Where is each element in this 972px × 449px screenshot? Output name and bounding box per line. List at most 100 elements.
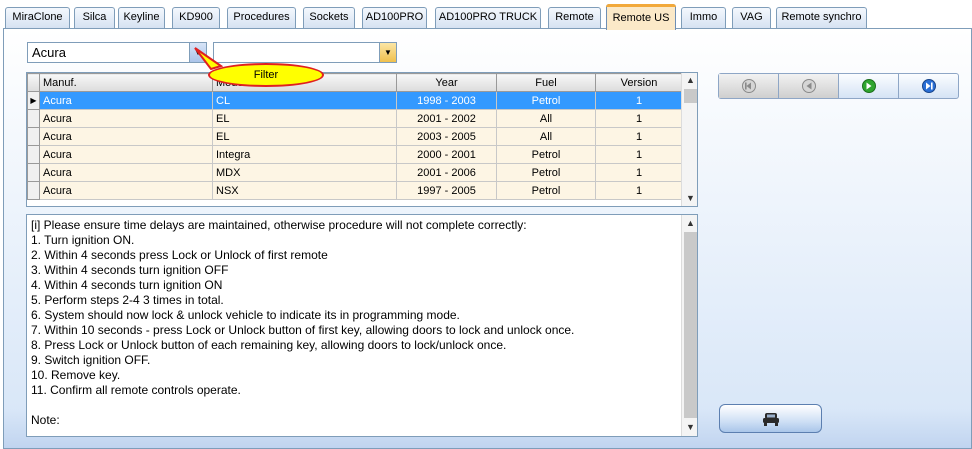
procedure-line: 5. Perform steps 2-4 3 times in total. <box>31 293 224 307</box>
tab-procedures[interactable]: Procedures <box>227 7 296 28</box>
tab-kd900[interactable]: KD900 <box>172 7 220 28</box>
make-select[interactable]: Acura ▼ <box>27 42 207 63</box>
procedure-line: 4. Within 4 seconds turn ignition ON <box>31 278 223 292</box>
filter-tooltip-label: Filter <box>253 69 279 81</box>
procedure-line: Note: <box>31 413 60 427</box>
record-navigator <box>718 73 959 99</box>
chevron-down-icon: ▼ <box>384 48 392 57</box>
filter-tooltip-pointer <box>194 47 223 70</box>
scroll-up-icon[interactable]: ▲ <box>682 73 697 87</box>
grid-header-indicator <box>27 73 40 92</box>
tab-remote-synchro[interactable]: Remote synchro <box>776 7 867 28</box>
table-row[interactable]: Acura EL 2001 - 2002 All 1 <box>27 109 683 128</box>
column-header-version[interactable]: Version <box>595 73 683 92</box>
row-indicator[interactable] <box>27 127 40 146</box>
notes-scroll-thumb[interactable] <box>684 232 697 418</box>
cell-manufacturer: Acura <box>39 163 213 182</box>
first-record-button[interactable] <box>719 74 779 98</box>
procedure-line: 3. Within 4 seconds turn ignition OFF <box>31 263 229 277</box>
row-indicator[interactable] <box>27 163 40 182</box>
cell-fuel: Petrol <box>496 91 596 110</box>
table-row[interactable]: Acura NSX 1997 - 2005 Petrol 1 <box>27 181 683 200</box>
cell-version: 1 <box>595 91 683 110</box>
column-header-year[interactable]: Year <box>396 73 497 92</box>
previous-record-button[interactable] <box>779 74 839 98</box>
next-record-button[interactable] <box>839 74 899 98</box>
row-indicator[interactable] <box>27 109 40 128</box>
model-filter-dropdown-button[interactable]: ▼ <box>379 43 396 62</box>
cell-fuel: All <box>496 109 596 128</box>
notes-scrollbar[interactable]: ▲ ▼ <box>681 215 697 436</box>
procedure-line: 6. System should now lock & unlock vehic… <box>31 308 460 322</box>
filter-tooltip: Filter <box>208 63 324 87</box>
procedure-notes[interactable]: [i] Please ensure time delays are mainta… <box>26 214 698 437</box>
cell-year: 2003 - 2005 <box>396 127 497 146</box>
make-select-value: Acura <box>32 45 66 60</box>
cell-fuel: Petrol <box>496 145 596 164</box>
cell-fuel: Petrol <box>496 163 596 182</box>
row-indicator[interactable] <box>27 145 40 164</box>
car-action-button[interactable] <box>719 404 822 433</box>
procedure-line <box>31 398 681 413</box>
scroll-up-icon[interactable]: ▲ <box>682 216 697 230</box>
tab-ad100pro[interactable]: AD100PRO <box>362 7 427 28</box>
cell-fuel: Petrol <box>496 181 596 200</box>
procedure-line: 11. Confirm all remote controls operate. <box>31 383 241 397</box>
tab-remote[interactable]: Remote <box>548 7 601 28</box>
cell-fuel: All <box>496 127 596 146</box>
current-row-arrow-icon: ▶ <box>30 96 37 105</box>
row-indicator[interactable] <box>27 181 40 200</box>
cell-version: 1 <box>595 109 683 128</box>
procedure-text: [i] Please ensure time delays are mainta… <box>31 218 681 428</box>
table-row[interactable]: Acura EL 2003 - 2005 All 1 <box>27 127 683 146</box>
scroll-down-icon[interactable]: ▼ <box>682 420 697 434</box>
cell-model: Integra <box>212 145 397 164</box>
cell-model: NSX <box>212 181 397 200</box>
cell-model: MDX <box>212 163 397 182</box>
cell-manufacturer: Acura <box>39 145 213 164</box>
tab-immo[interactable]: Immo <box>681 7 726 28</box>
cell-version: 1 <box>595 127 683 146</box>
procedure-line: 7. Within 10 seconds - press Lock or Unl… <box>31 323 575 337</box>
tab-silca[interactable]: Silca <box>74 7 115 28</box>
last-record-button[interactable] <box>899 74 958 98</box>
grid-scrollbar[interactable]: ▲ ▼ <box>681 73 697 206</box>
row-indicator[interactable]: ▶ <box>27 91 40 110</box>
cell-year: 1998 - 2003 <box>396 91 497 110</box>
grid-scroll-thumb[interactable] <box>684 89 697 103</box>
cell-year: 2000 - 2001 <box>396 145 497 164</box>
column-header-manufacturer[interactable]: Manuf. <box>39 73 213 92</box>
scroll-down-icon[interactable]: ▼ <box>682 191 697 205</box>
cell-version: 1 <box>595 145 683 164</box>
tab-keyline[interactable]: Keyline <box>118 7 165 28</box>
cell-year: 2001 - 2006 <box>396 163 497 182</box>
procedure-line: 2. Within 4 seconds press Lock or Unlock… <box>31 248 328 262</box>
tab-strip: MiraClone Silca Keyline KD900 Procedures Sock… <box>0 0 972 30</box>
procedure-line: 9. Switch ignition OFF. <box>31 353 151 367</box>
next-record-icon <box>861 79 876 93</box>
grid-header-row: Manuf. Model Year Fuel Version <box>27 73 683 92</box>
table-row[interactable]: Acura MDX 2001 - 2006 Petrol 1 <box>27 163 683 182</box>
cell-model: CL <box>212 91 397 110</box>
vehicle-grid: Manuf. Model Year Fuel Version ▶AcuraCL1… <box>26 72 698 207</box>
model-filter-select[interactable]: ▼ <box>213 42 397 63</box>
cell-manufacturer: Acura <box>39 109 213 128</box>
tab-sockets[interactable]: Sockets <box>303 7 355 28</box>
column-header-fuel[interactable]: Fuel <box>496 73 596 92</box>
cell-year: 1997 - 2005 <box>396 181 497 200</box>
table-row[interactable]: ▶ Acura CL 1998 - 2003 Petrol 1 <box>27 91 683 110</box>
last-record-icon <box>921 79 936 93</box>
procedure-line: 1. Turn ignition ON. <box>31 233 135 247</box>
previous-record-icon <box>801 79 816 93</box>
tab-vag[interactable]: VAG <box>732 7 771 28</box>
tab-miraclone[interactable]: MiraClone <box>5 7 70 28</box>
car-seat-icon <box>762 412 779 426</box>
cell-manufacturer: Acura <box>39 181 213 200</box>
procedure-line: 8. Press Lock or Unlock button of each r… <box>31 338 507 352</box>
table-row[interactable]: Acura Integra 2000 - 2001 Petrol 1 <box>27 145 683 164</box>
procedure-line: 10. Remove key. <box>31 368 121 382</box>
cell-model: EL <box>212 109 397 128</box>
tab-remote-us[interactable]: Remote US <box>606 4 676 30</box>
cell-version: 1 <box>595 163 683 182</box>
tab-ad100pro-truck[interactable]: AD100PRO TRUCK <box>435 7 541 28</box>
